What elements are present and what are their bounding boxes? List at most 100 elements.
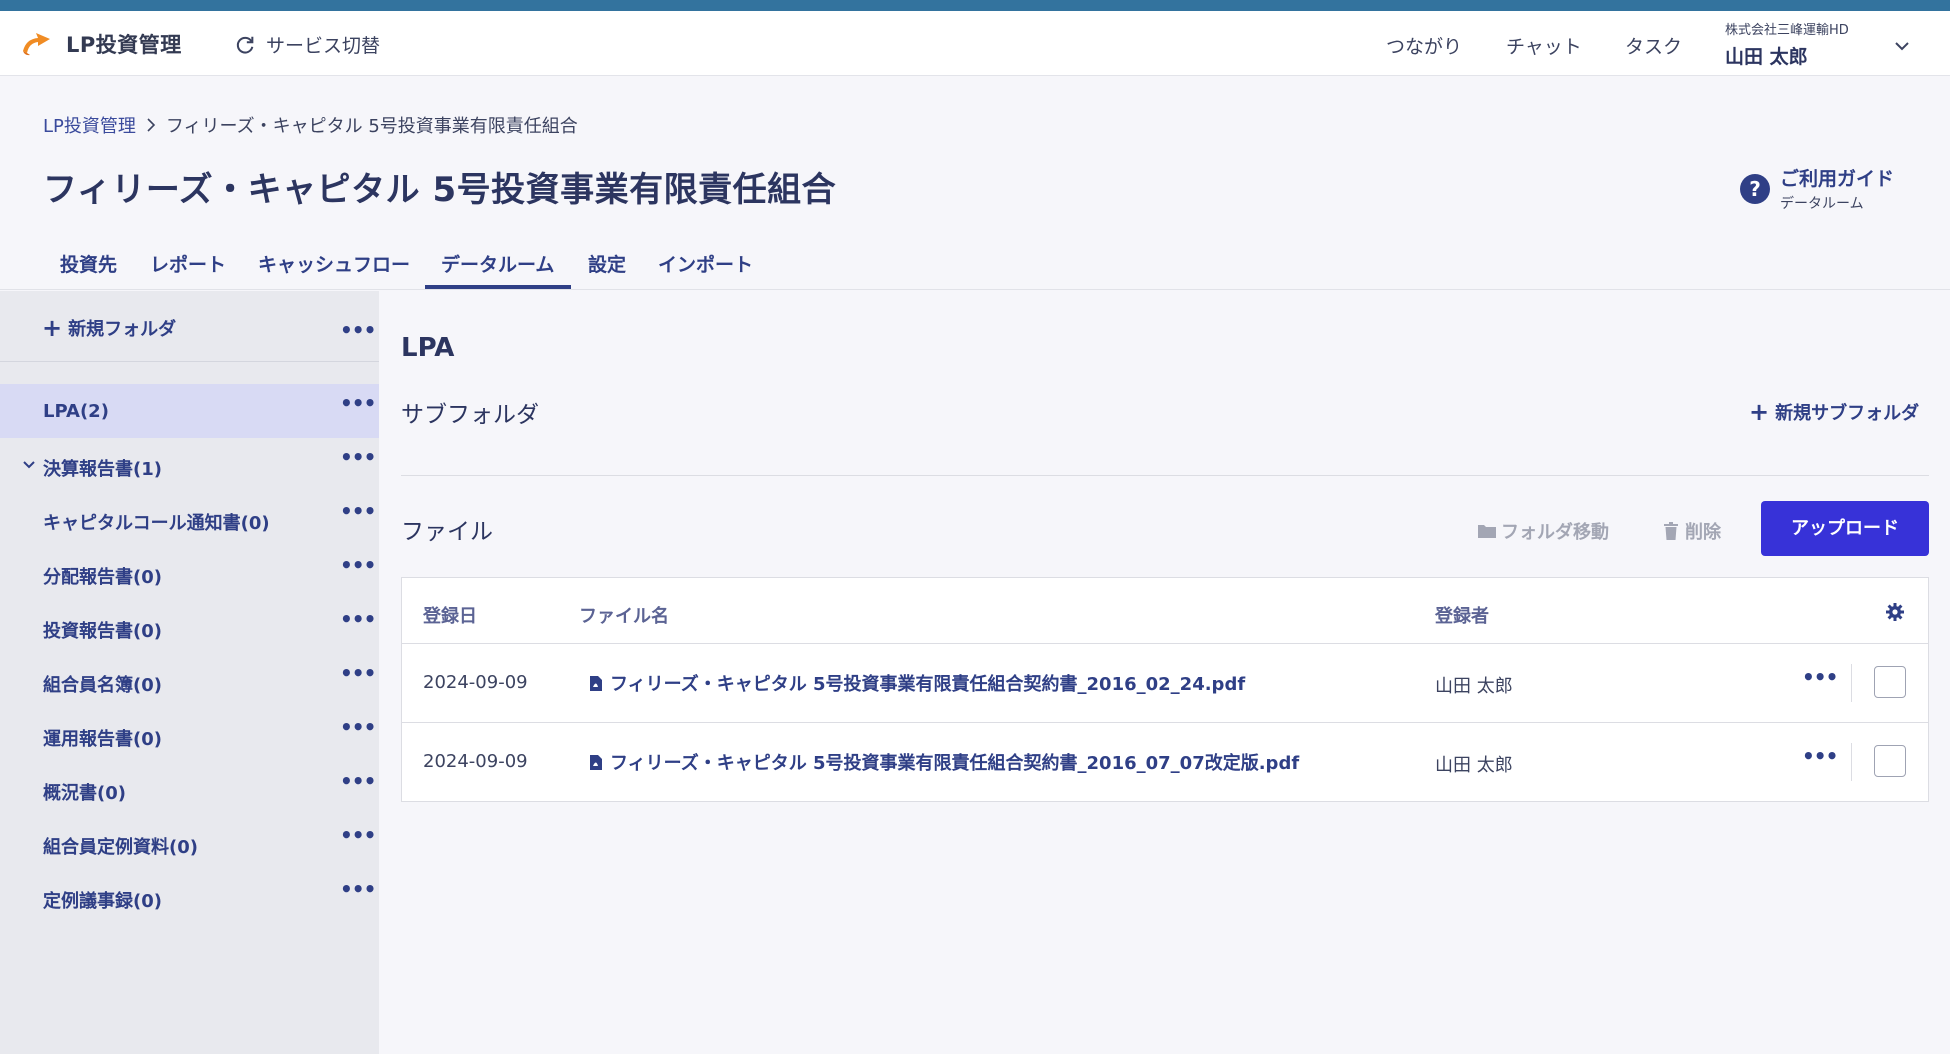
sidebar-item-label: 決算報告書(1) xyxy=(43,459,162,480)
pdf-file-icon xyxy=(590,754,602,770)
move-folder-label: フォルダ移動 xyxy=(1501,522,1609,543)
sidebar-item-label: 分配報告書(0) xyxy=(43,567,162,588)
sidebar-item-distribution-report[interactable]: 分配報告書(0) ••• xyxy=(0,546,379,600)
file-link[interactable]: フィリーズ・キャピタル 5号投資事業有限責任組合契約書_2016_07_07改定… xyxy=(589,749,1299,775)
file-link[interactable]: フィリーズ・キャピタル 5号投資事業有限責任組合契約書_2016_02_24.p… xyxy=(589,670,1245,696)
tab-settings[interactable]: 設定 xyxy=(588,250,626,277)
row-checkbox[interactable] xyxy=(1874,666,1906,698)
new-folder-button[interactable]: + 新規フォルダ xyxy=(42,315,176,341)
row-separator xyxy=(1851,743,1852,781)
folder-icon xyxy=(1478,525,1496,538)
column-header-filename[interactable]: ファイル名 xyxy=(579,602,669,628)
brand-name: LP投資管理 xyxy=(66,33,182,57)
new-subfolder-label: 新規サブフォルダ xyxy=(1775,403,1920,424)
more-icon[interactable]: ••• xyxy=(340,447,376,467)
trash-icon xyxy=(1664,521,1678,540)
sidebar-item-meeting-minutes[interactable]: 定例議事録(0) ••• xyxy=(0,870,379,924)
more-icon[interactable]: ••• xyxy=(340,771,376,791)
column-header-date[interactable]: 登録日 xyxy=(423,602,477,628)
section-tabs: 投資先 レポート キャッシュフロー データルーム 設定 インポート xyxy=(0,238,1950,290)
sidebar-item-member-list[interactable]: 組合員名簿(0) ••• xyxy=(0,654,379,708)
move-folder-button[interactable]: フォルダ移動 xyxy=(1477,518,1609,544)
row-owner: 山田 太郎 xyxy=(1435,755,1513,776)
refresh-icon xyxy=(236,36,254,53)
service-switch-button[interactable]: サービス切替 xyxy=(234,31,380,58)
sidebar-item-label: 組合員定例資料(0) xyxy=(43,837,198,858)
sidebar-item-label: 組合員名簿(0) xyxy=(43,675,162,696)
row-date: 2024-09-09 xyxy=(423,672,528,693)
more-icon[interactable]: ••• xyxy=(340,393,376,413)
gear-icon[interactable] xyxy=(1885,602,1905,622)
page-title: フィリーズ・キャピタル 5号投資事業有限責任組合 xyxy=(43,170,837,210)
nav-connections[interactable]: つながり xyxy=(1386,32,1462,59)
more-icon[interactable]: ••• xyxy=(340,663,376,683)
sidebar-item-label: LPA(2) xyxy=(43,401,109,422)
breadcrumb-root-link[interactable]: LP投資管理 xyxy=(43,112,136,138)
folder-sidebar: + 新規フォルダ ••• LPA(2) ••• 決算報告書(1) ••• キャピ… xyxy=(0,291,379,1054)
file-heading: ファイル xyxy=(401,519,493,545)
new-folder-label: 新規フォルダ xyxy=(68,319,177,340)
more-icon[interactable]: ••• xyxy=(340,320,376,340)
column-header-owner[interactable]: 登録者 xyxy=(1435,602,1489,628)
row-date: 2024-09-09 xyxy=(423,751,528,772)
nav-tasks[interactable]: タスク xyxy=(1625,32,1682,59)
app-header: LP投資管理 サービス切替 つながり チャット タスク 株式会社三峰運輸HD 山… xyxy=(0,11,1950,76)
help-icon: ? xyxy=(1740,173,1770,204)
sidebar-item-capital-call[interactable]: キャピタルコール通知書(0) ••• xyxy=(0,492,379,546)
brand-logo-icon xyxy=(23,33,50,56)
section-divider xyxy=(401,475,1929,476)
more-icon[interactable]: ••• xyxy=(340,609,376,629)
sidebar-item-label: 投資報告書(0) xyxy=(43,621,162,642)
chevron-down-icon[interactable] xyxy=(1893,37,1911,55)
delete-button[interactable]: 削除 xyxy=(1663,518,1721,544)
tab-dataroom[interactable]: データルーム xyxy=(441,250,554,277)
account-user-name: 山田 太郎 xyxy=(1725,46,1808,68)
file-table: 登録日 ファイル名 登録者 2024-09-09 フィリーズ・キャピタル 5号投… xyxy=(401,577,1929,802)
tab-investees[interactable]: 投資先 xyxy=(60,250,117,277)
sidebar-item-financial-report[interactable]: 決算報告書(1) ••• xyxy=(0,438,379,492)
sidebar-item-operation-report[interactable]: 運用報告書(0) ••• xyxy=(0,708,379,762)
breadcrumb: LP投資管理 フィリーズ・キャピタル 5号投資事業有限責任組合 xyxy=(43,112,578,138)
file-name: フィリーズ・キャピタル 5号投資事業有限責任組合契約書_2016_02_24.p… xyxy=(610,674,1246,695)
brand[interactable]: LP投資管理 xyxy=(20,29,182,59)
top-accent-bar xyxy=(0,0,1950,11)
tab-import[interactable]: インポート xyxy=(658,250,753,277)
upload-button[interactable]: アップロード xyxy=(1761,501,1929,556)
sidebar-item-regular-materials[interactable]: 組合員定例資料(0) ••• xyxy=(0,816,379,870)
folder-title: LPA xyxy=(401,333,455,363)
chevron-down-icon[interactable] xyxy=(22,460,36,470)
account-company: 株式会社三峰運輸HD xyxy=(1725,23,1849,38)
more-icon[interactable]: ••• xyxy=(340,825,376,845)
table-row: 2024-09-09 フィリーズ・キャピタル 5号投資事業有限責任組合契約書_2… xyxy=(402,722,1928,801)
nav-chat[interactable]: チャット xyxy=(1506,32,1582,59)
tab-reports[interactable]: レポート xyxy=(150,250,226,277)
sidebar-item-overview[interactable]: 概況書(0) ••• xyxy=(0,762,379,816)
guide-subtitle: データルーム xyxy=(1780,196,1864,212)
user-guide-link[interactable]: ? ご利用ガイド データルーム xyxy=(1740,164,1894,213)
breadcrumb-current: フィリーズ・キャピタル 5号投資事業有限責任組合 xyxy=(165,116,578,137)
more-icon[interactable]: ••• xyxy=(340,501,376,521)
row-owner: 山田 太郎 xyxy=(1435,676,1513,697)
more-icon[interactable]: ••• xyxy=(340,555,376,575)
subfolder-heading: サブフォルダ xyxy=(401,402,539,428)
more-icon[interactable]: ••• xyxy=(1802,667,1838,687)
more-icon[interactable]: ••• xyxy=(1802,746,1838,766)
account-menu[interactable]: 株式会社三峰運輸HD 山田 太郎 xyxy=(1725,19,1849,69)
new-subfolder-button[interactable]: + 新規サブフォルダ xyxy=(1749,399,1919,425)
guide-title: ご利用ガイド xyxy=(1780,168,1895,190)
more-icon[interactable]: ••• xyxy=(340,717,376,737)
more-icon[interactable]: ••• xyxy=(340,879,376,899)
sidebar-item-label: 定例議事録(0) xyxy=(43,891,162,912)
row-checkbox[interactable] xyxy=(1874,745,1906,777)
sidebar-item-investment-report[interactable]: 投資報告書(0) ••• xyxy=(0,600,379,654)
plus-icon: + xyxy=(42,314,63,342)
service-switch-label: サービス切替 xyxy=(266,35,381,57)
plus-icon: + xyxy=(1749,398,1770,426)
pdf-file-icon xyxy=(590,675,602,691)
row-separator xyxy=(1851,664,1852,702)
sidebar-divider xyxy=(0,361,379,362)
active-tab-indicator xyxy=(425,285,571,289)
sidebar-item-lpa[interactable]: LPA(2) ••• xyxy=(0,384,379,438)
table-row: 2024-09-09 フィリーズ・キャピタル 5号投資事業有限責任組合契約書_2… xyxy=(402,643,1928,722)
tab-cashflow[interactable]: キャッシュフロー xyxy=(258,250,410,277)
